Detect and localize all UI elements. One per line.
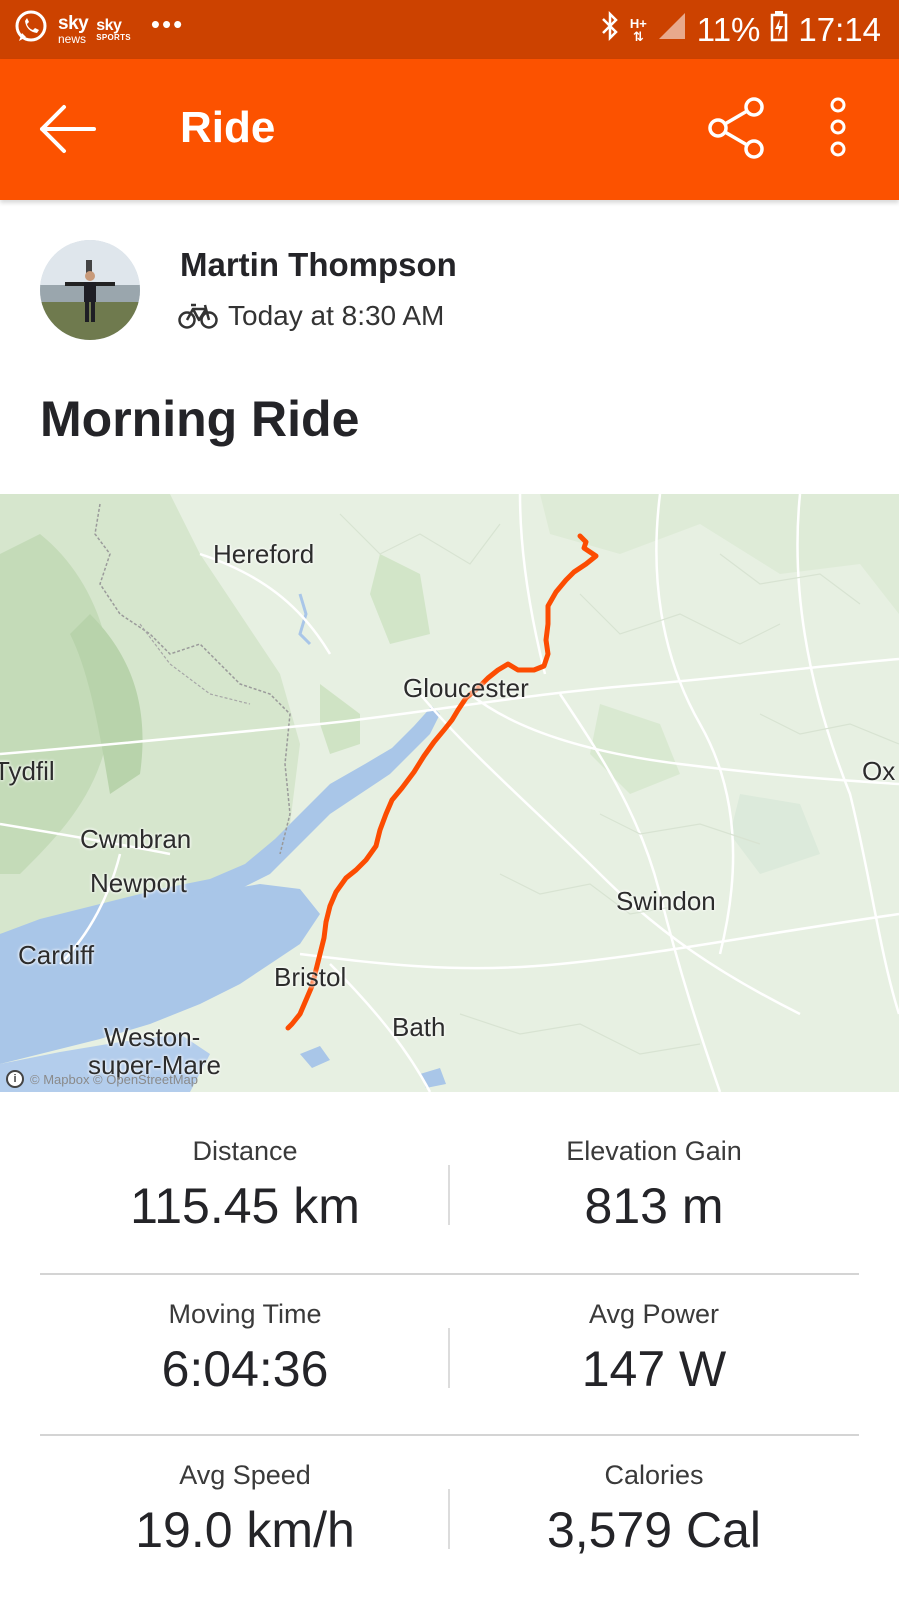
stat-value: 813 m bbox=[584, 1178, 724, 1234]
sky-sports-bottom: SPORTS bbox=[96, 32, 131, 42]
clock: 17:14 bbox=[798, 11, 881, 48]
stat-label: Distance bbox=[192, 1136, 298, 1166]
map-label-tydfil: Tydfil bbox=[0, 756, 55, 786]
system-status: H+ ⇅ 11% 17:14 bbox=[600, 8, 881, 52]
athlete-name[interactable]: Martin Thompson bbox=[180, 246, 457, 284]
activity-title: Morning Ride bbox=[40, 391, 360, 447]
stat-label: Avg Speed bbox=[179, 1460, 311, 1490]
map-label-ox: Ox bbox=[862, 756, 896, 786]
notification-icons: sky news sky SPORTS ••• bbox=[12, 8, 184, 51]
signal-icon bbox=[657, 11, 687, 49]
sky-news-top: sky bbox=[58, 13, 89, 34]
stat-moving-time: Moving Time 6:04:36 bbox=[40, 1299, 450, 1398]
page-title: Ride bbox=[180, 103, 276, 152]
stat-label: Avg Power bbox=[588, 1299, 720, 1329]
info-icon[interactable]: i bbox=[6, 1070, 24, 1088]
sky-sports-top: sky bbox=[96, 16, 122, 34]
stats-row: Distance 115.45 km Elevation Gain 813 m bbox=[40, 1112, 859, 1273]
bike-icon bbox=[178, 303, 218, 329]
status-bar: sky news sky SPORTS ••• H+ ⇅ 11% 17:14 bbox=[0, 0, 899, 59]
more-notifications-icon: ••• bbox=[150, 9, 185, 39]
avatar[interactable] bbox=[40, 240, 140, 340]
stat-value: 19.0 km/h bbox=[135, 1502, 355, 1558]
stat-value: 147 W bbox=[581, 1341, 727, 1397]
stat-calories: Calories 3,579 Cal bbox=[449, 1460, 859, 1559]
sky-news-icon: sky news bbox=[58, 13, 89, 46]
battery-charging-icon bbox=[770, 10, 788, 50]
sky-sports-icon: sky SPORTS bbox=[96, 16, 131, 42]
stat-value: 115.45 km bbox=[130, 1178, 360, 1234]
network-arrows: ⇅ bbox=[632, 29, 644, 44]
map-label-newport: Newport bbox=[90, 868, 187, 898]
stats-row: Moving Time 6:04:36 Avg Power 147 W bbox=[40, 1273, 859, 1434]
map-attribution[interactable]: i © Mapbox © OpenStreetMap bbox=[6, 1070, 198, 1088]
stat-distance: Distance 115.45 km bbox=[40, 1136, 450, 1235]
map-label-gloucester: Gloucester bbox=[403, 673, 529, 703]
stat-value: 3,579 Cal bbox=[546, 1502, 762, 1558]
map-label-swindon: Swindon bbox=[616, 886, 716, 916]
map-canvas bbox=[0, 494, 899, 1092]
stat-avg-speed: Avg Speed 19.0 km/h bbox=[40, 1460, 450, 1559]
back-button[interactable] bbox=[38, 101, 98, 157]
activity-meta: Today at 8:30 AM bbox=[178, 300, 444, 332]
stat-label: Elevation Gain bbox=[566, 1136, 742, 1166]
map-label-weston: Weston- bbox=[104, 1022, 201, 1052]
stat-elevation-gain: Elevation Gain 813 m bbox=[449, 1136, 859, 1235]
app-bar: Ride bbox=[0, 59, 899, 200]
stats-row: Avg Speed 19.0 km/h Calories 3,579 Cal bbox=[40, 1434, 859, 1595]
route-map[interactable]: Hereford Gloucester Tydfil Ox Cwmbran Ne… bbox=[0, 494, 899, 1092]
stat-avg-power: Avg Power 147 W bbox=[449, 1299, 859, 1398]
share-button[interactable] bbox=[706, 97, 768, 159]
stat-label: Calories bbox=[604, 1460, 704, 1490]
attribution-text: © Mapbox © OpenStreetMap bbox=[30, 1071, 199, 1087]
overflow-menu-button[interactable] bbox=[826, 97, 850, 161]
network-type-icon: H+ ⇅ bbox=[630, 17, 647, 43]
map-label-bath: Bath bbox=[392, 1012, 446, 1042]
share-icon bbox=[708, 97, 764, 159]
whatsapp-icon bbox=[12, 8, 50, 51]
arrow-left-icon bbox=[40, 105, 96, 153]
stat-label: Moving Time bbox=[168, 1299, 322, 1329]
map-label-hereford: Hereford bbox=[213, 539, 315, 569]
map-label-bristol: Bristol bbox=[274, 962, 347, 992]
more-vertical-icon bbox=[830, 97, 846, 157]
sky-news-bottom: news bbox=[58, 32, 87, 46]
stat-value: 6:04:36 bbox=[161, 1341, 329, 1397]
battery-percent: 11% bbox=[696, 11, 761, 48]
map-label-cwmbran: Cwmbran bbox=[80, 824, 192, 854]
stats-grid: Distance 115.45 km Elevation Gain 813 m … bbox=[40, 1112, 859, 1595]
activity-timestamp: Today at 8:30 AM bbox=[228, 300, 445, 331]
map-label-cardiff: Cardiff bbox=[18, 940, 95, 970]
bluetooth-icon bbox=[600, 10, 620, 50]
